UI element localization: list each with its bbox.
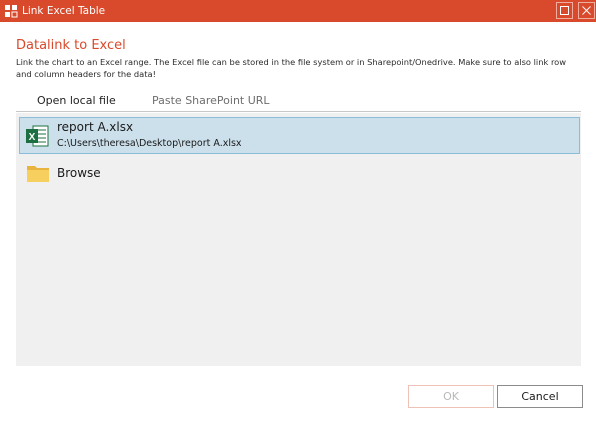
browse-label: Browse [57, 166, 101, 180]
file-name: report A.xlsx [57, 120, 134, 134]
cancel-button[interactable]: Cancel [497, 385, 583, 408]
maximize-icon [560, 6, 569, 15]
svg-text:X: X [29, 132, 36, 143]
link-app-icon [5, 5, 18, 18]
excel-file-icon: X [26, 125, 49, 147]
maximize-button[interactable] [556, 2, 573, 19]
close-icon [582, 6, 591, 15]
window-title: Link Excel Table [22, 5, 106, 17]
folder-icon [27, 166, 49, 182]
browse-item[interactable] [19, 158, 580, 188]
file-path: C:\Users\theresa\Desktop\report A.xlsx [57, 138, 242, 149]
ok-button[interactable]: OK [408, 385, 494, 408]
tab-paste-sharepoint-url[interactable]: Paste SharePoint URL [152, 94, 270, 108]
dialog-heading: Datalink to Excel [16, 38, 126, 53]
dialog-description: Link the chart to an Excel range. The Ex… [16, 57, 567, 79]
tab-divider [16, 111, 581, 112]
close-button[interactable] [578, 2, 595, 19]
tab-open-local-file[interactable]: Open local file [37, 94, 116, 108]
